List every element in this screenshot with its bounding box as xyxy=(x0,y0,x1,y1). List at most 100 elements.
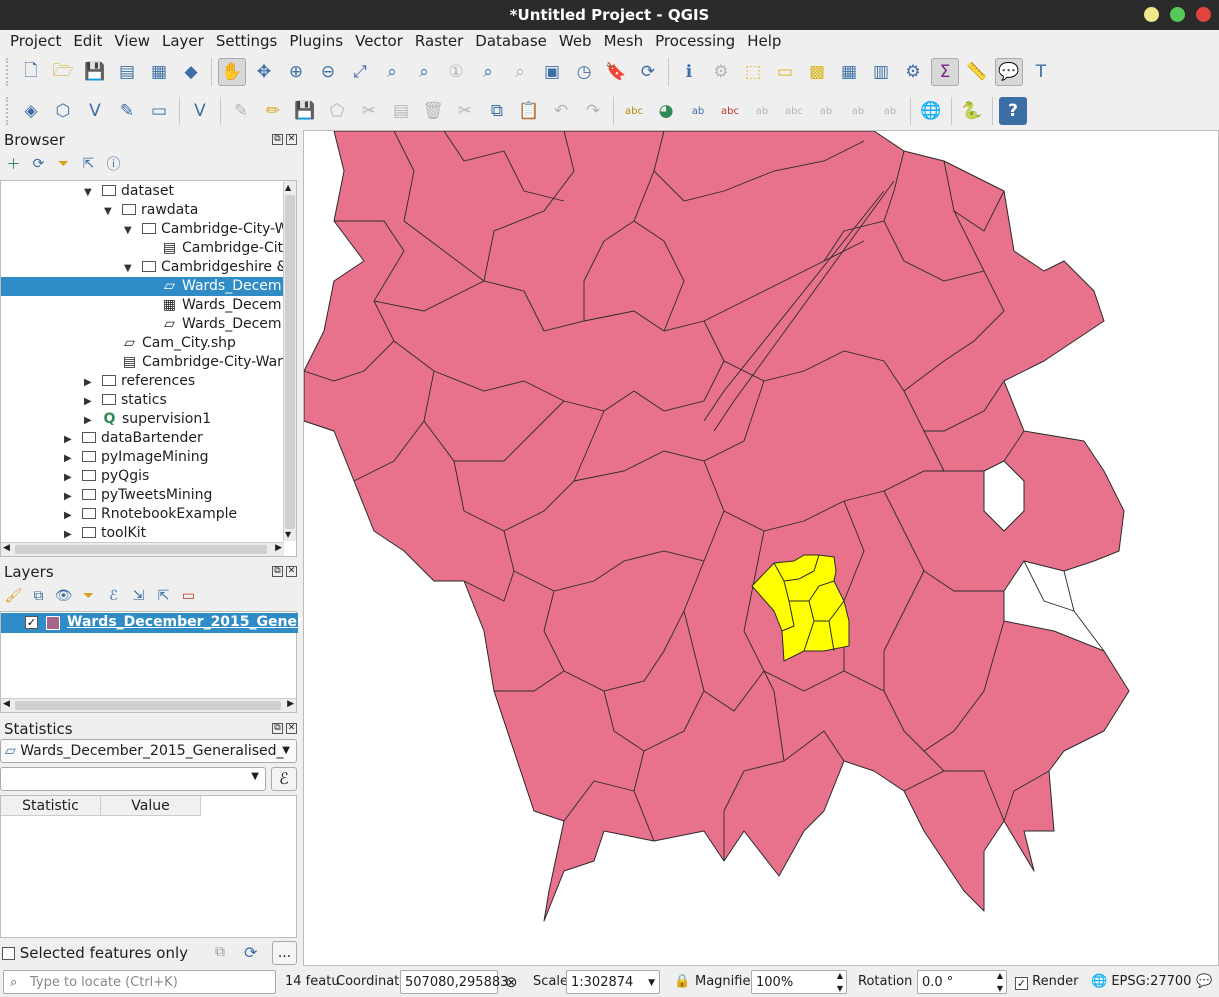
close-panel-icon[interactable]: ✕ xyxy=(286,723,297,734)
identify-icon[interactable]: ℹ xyxy=(675,58,703,86)
add-layer-icon[interactable]: ＋ xyxy=(4,154,23,173)
field-calculator-icon[interactable]: ▥ xyxy=(867,58,895,86)
locator-search-input[interactable]: ⌕ Type to locate (Ctrl+K) xyxy=(3,970,276,994)
selected-features-only-option[interactable]: Selected features only xyxy=(2,944,188,962)
menu-mesh[interactable]: Mesh xyxy=(598,30,650,52)
browser-tree-item[interactable]: ▱ Wards_Decem xyxy=(1,277,284,296)
add-group-icon[interactable]: ⧉ xyxy=(29,586,48,605)
rotate-label-icon[interactable]: ab xyxy=(812,97,840,125)
filter-icon[interactable]: ⏷ xyxy=(54,154,73,173)
redo-icon[interactable]: ↷ xyxy=(579,97,607,125)
browser-tree-item[interactable]: ▼ dataset xyxy=(1,182,284,201)
new-geopackage-icon[interactable]: ⬡ xyxy=(49,97,77,125)
processing-toolbox-icon[interactable]: ⚙ xyxy=(899,58,927,86)
copy-features-icon[interactable]: ⧉ xyxy=(483,97,511,125)
current-edits-icon[interactable]: ✎ xyxy=(227,97,255,125)
browser-tree-item[interactable]: ▶ pyQgis xyxy=(1,467,284,486)
menu-settings[interactable]: Settings xyxy=(210,30,284,52)
label-properties-icon[interactable]: ab xyxy=(876,97,904,125)
horizontal-scrollbar[interactable]: ◀ ▶ xyxy=(1,698,296,712)
browser-tree-item[interactable]: ▶ Qsupervision1 xyxy=(1,410,284,429)
spin-arrows-icon[interactable]: ▲ ▼ xyxy=(837,969,843,995)
layer-symbol-swatch[interactable] xyxy=(46,616,60,630)
map-tips-icon[interactable]: 💬 xyxy=(995,58,1023,86)
maximize-button[interactable] xyxy=(1170,7,1185,22)
attribute-table-icon[interactable]: ▦ xyxy=(835,58,863,86)
new-virtual-layer-icon[interactable]: V xyxy=(186,97,214,125)
new-shapefile-icon[interactable]: V xyxy=(81,97,109,125)
coordinate-field[interactable]: 507080,295883 xyxy=(400,970,508,994)
menu-vector[interactable]: Vector xyxy=(349,30,409,52)
zoom-last-icon[interactable]: ⌕ xyxy=(474,58,502,86)
manage-map-themes-icon[interactable]: 👁 xyxy=(54,586,73,605)
layout-manager-icon[interactable]: ▦ xyxy=(145,58,173,86)
menu-view[interactable]: View xyxy=(108,30,156,52)
open-project-icon[interactable]: 🗁 xyxy=(49,58,77,86)
save-project-icon[interactable]: 💾 xyxy=(81,58,109,86)
new-print-layout-icon[interactable]: ▤ xyxy=(113,58,141,86)
map-canvas[interactable] xyxy=(303,130,1219,966)
label-toolbar-icon[interactable]: abc xyxy=(620,97,648,125)
column-header-value[interactable]: Value xyxy=(101,796,201,816)
collapse-arrow-icon[interactable]: ▶ xyxy=(64,430,76,449)
minimize-button[interactable] xyxy=(1144,7,1159,22)
new-map-view-icon[interactable]: ▣ xyxy=(538,58,566,86)
menu-plugins[interactable]: Plugins xyxy=(283,30,349,52)
menu-web[interactable]: Web xyxy=(553,30,598,52)
collapse-arrow-icon[interactable]: ▶ xyxy=(64,468,76,487)
layers-list[interactable]: ✓ Wards_December_2015_General ◀ ▶ xyxy=(0,611,318,713)
menu-help[interactable]: Help xyxy=(741,30,787,52)
layer-styling-icon[interactable]: 🖌 xyxy=(4,586,23,605)
zoom-to-selection-icon[interactable]: ⌕ xyxy=(378,58,406,86)
lock-scale-icon[interactable]: 🔒 xyxy=(674,970,690,994)
measure-icon[interactable]: 📏 xyxy=(963,58,991,86)
browser-tree-item[interactable]: ▱ Cam_City.shp xyxy=(1,334,284,353)
refresh-icon[interactable]: ⟳ xyxy=(29,154,48,173)
undo-icon[interactable]: ↶ xyxy=(547,97,575,125)
collapse-arrow-icon[interactable]: ▶ xyxy=(64,449,76,468)
modify-attributes-icon[interactable]: ▤ xyxy=(387,97,415,125)
zoom-next-icon[interactable]: ⌕ xyxy=(506,58,534,86)
properties-icon[interactable]: ⓘ xyxy=(104,154,123,173)
pan-to-selection-icon[interactable]: ✥ xyxy=(250,58,278,86)
add-feature-icon[interactable]: ⬠ xyxy=(323,97,351,125)
delete-selected-icon[interactable]: 🗑 xyxy=(419,97,447,125)
collapse-arrow-icon[interactable]: ▶ xyxy=(64,487,76,506)
bookmark-icon[interactable]: 🔖 xyxy=(602,58,630,86)
close-button[interactable] xyxy=(1196,7,1211,22)
save-edits-icon[interactable]: 💾 xyxy=(291,97,319,125)
browser-tree-item[interactable]: ▼ Cambridge-City-W xyxy=(1,220,288,240)
expand-arrow-icon[interactable]: ▼ xyxy=(124,221,136,240)
messages-icon[interactable]: 💬 xyxy=(1196,970,1212,994)
browser-tree-item[interactable]: ▶ toolKit xyxy=(1,524,284,543)
refresh-icon[interactable]: ⟳ xyxy=(634,58,662,86)
help-icon[interactable]: ? xyxy=(999,97,1027,125)
zoom-full-icon[interactable]: ⤢ xyxy=(346,58,374,86)
new-spatialite-icon[interactable]: ✎ xyxy=(113,97,141,125)
ward-boundaries-map[interactable] xyxy=(304,131,1219,966)
menu-processing[interactable]: Processing xyxy=(649,30,741,52)
close-panel-icon[interactable]: ✕ xyxy=(286,134,297,145)
browser-tree-item[interactable]: ▤ Cambridge-City-War xyxy=(1,353,284,372)
deselect-icon[interactable]: ▩ xyxy=(803,58,831,86)
scale-combobox[interactable]: 1:302874 ▼ xyxy=(566,970,660,994)
highlight-pinned-labels-icon[interactable]: ab xyxy=(684,97,712,125)
cut-features-icon[interactable]: ✂ xyxy=(451,97,479,125)
browser-tree-item[interactable]: ▼ rawdata xyxy=(1,201,284,220)
expand-arrow-icon[interactable]: ▼ xyxy=(124,259,136,278)
column-header-statistic[interactable]: Statistic xyxy=(1,796,101,816)
select-features-icon[interactable]: ⬚ xyxy=(739,58,767,86)
browser-tree-item[interactable]: ▶ dataBartender xyxy=(1,429,284,448)
temporal-controller-icon[interactable]: ◷ xyxy=(570,58,598,86)
browser-tree-item[interactable]: ▤ Cambridge-Cit xyxy=(1,239,284,258)
statistics-icon[interactable]: Σ xyxy=(931,58,959,86)
float-panel-icon[interactable]: ⧉ xyxy=(272,134,283,145)
change-label-icon[interactable]: ab xyxy=(844,97,872,125)
menu-database[interactable]: Database xyxy=(469,30,553,52)
scrollbar-thumb[interactable] xyxy=(15,701,281,710)
layer-diagram-icon[interactable]: ◕ xyxy=(652,97,680,125)
zoom-to-layer-icon[interactable]: ⌕ xyxy=(410,58,438,86)
collapse-arrow-icon[interactable]: ▶ xyxy=(84,411,96,430)
close-panel-icon[interactable]: ✕ xyxy=(286,566,297,577)
crs-button[interactable]: 🌐 EPSG:27700 xyxy=(1091,970,1191,994)
